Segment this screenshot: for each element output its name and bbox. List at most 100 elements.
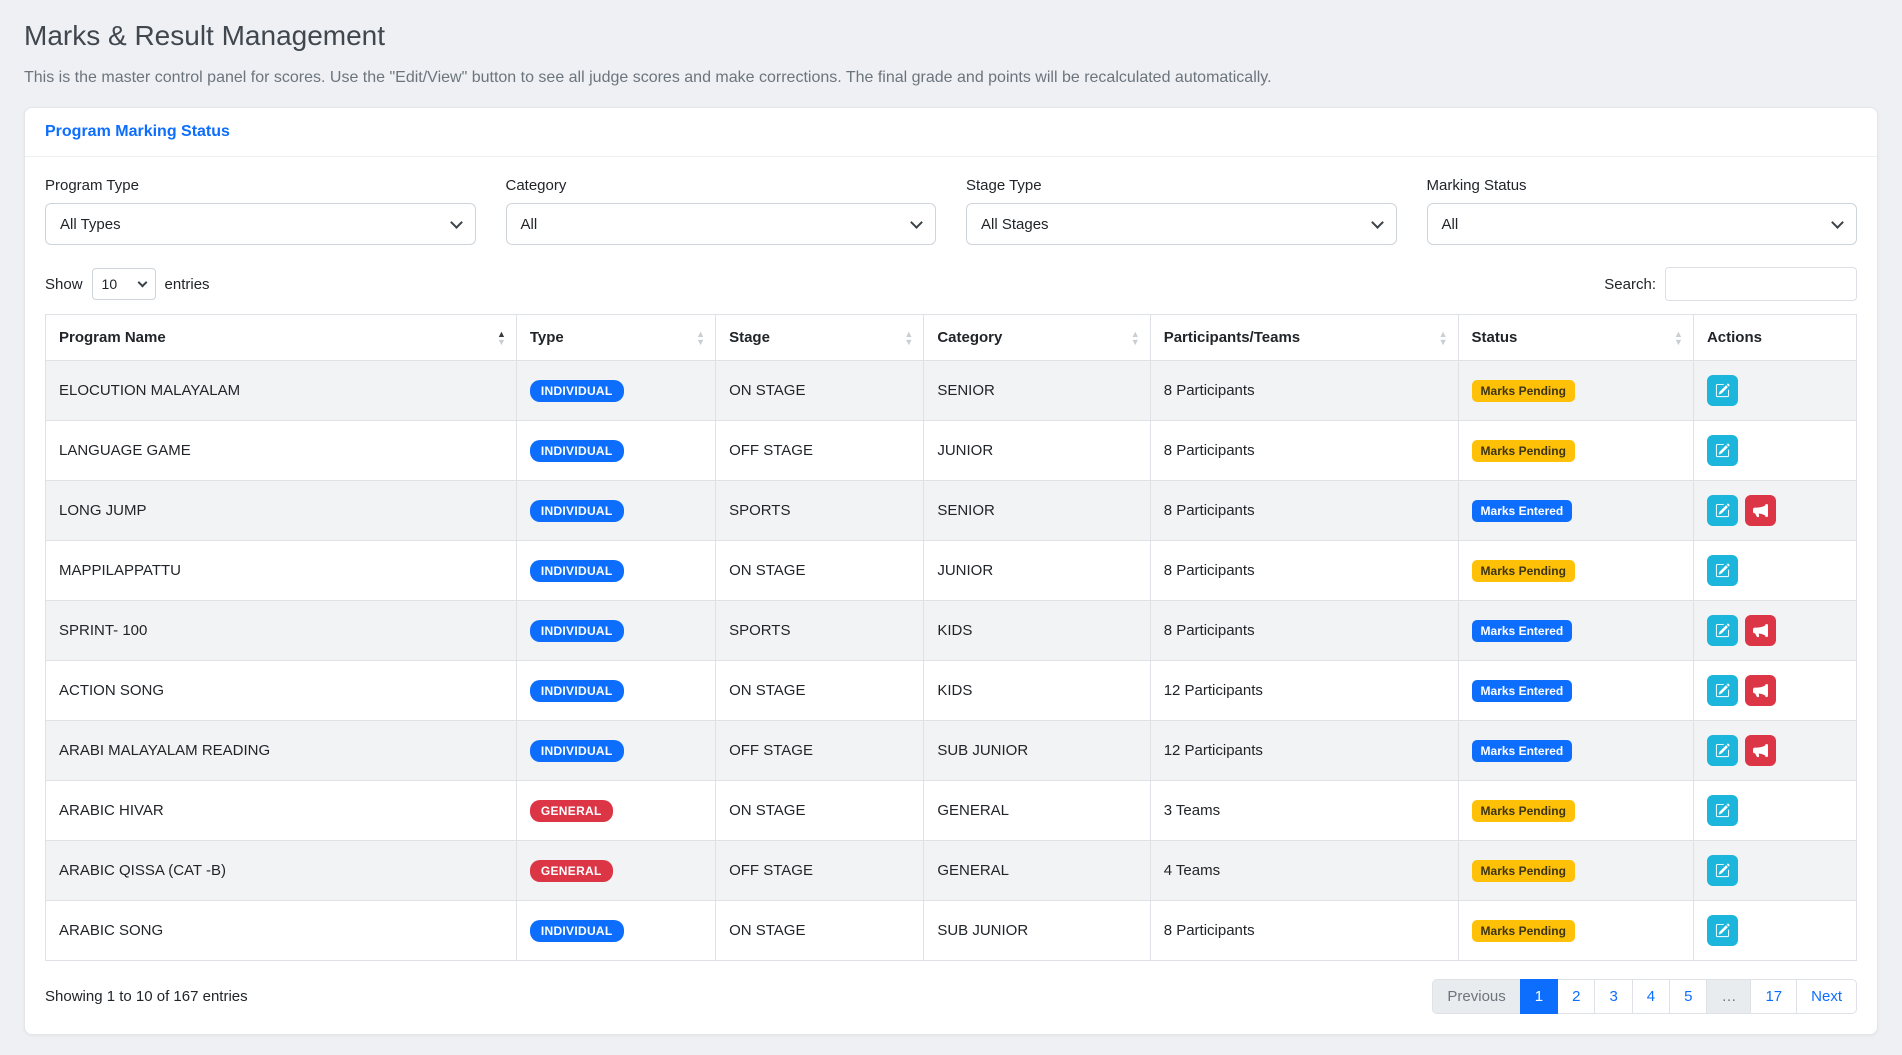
sort-icons: ▲▼ <box>904 330 913 346</box>
edit-view-button[interactable] <box>1707 555 1738 586</box>
card-header: Program Marking Status <box>25 108 1877 157</box>
edit-icon <box>1715 683 1730 698</box>
edit-icon <box>1715 743 1730 758</box>
edit-view-button[interactable] <box>1707 495 1738 526</box>
type-badge: INDIVIDUAL <box>530 620 624 642</box>
marking-status-select[interactable]: All <box>1427 203 1858 245</box>
announce-result-button[interactable] <box>1745 495 1776 526</box>
type-badge: INDIVIDUAL <box>530 560 624 582</box>
category-cell: GENERAL <box>924 841 1150 901</box>
pagination-page-3[interactable]: 3 <box>1594 979 1632 1014</box>
type-badge: INDIVIDUAL <box>530 440 624 462</box>
filter-category: Category All <box>506 177 937 245</box>
search-input[interactable] <box>1665 267 1857 301</box>
status-badge: Marks Entered <box>1472 620 1573 642</box>
search-label: Search: <box>1604 276 1656 293</box>
stage-cell: ON STAGE <box>716 361 924 421</box>
actions-cell <box>1693 541 1856 601</box>
participants-cell: 12 Participants <box>1150 661 1458 721</box>
pagination-next[interactable]: Next <box>1796 979 1857 1014</box>
column-header-category[interactable]: Category▲▼ <box>924 315 1150 361</box>
program-name-cell: MAPPILAPPATTU <box>46 541 517 601</box>
pagination-page-5[interactable]: 5 <box>1669 979 1707 1014</box>
edit-icon <box>1715 923 1730 938</box>
table-row: ELOCUTION MALAYALAM INDIVIDUAL ON STAGESEN… <box>46 361 1857 421</box>
edit-view-button[interactable] <box>1707 675 1738 706</box>
type-cell: INDIVIDUAL <box>516 901 715 961</box>
column-header-stage[interactable]: Stage▲▼ <box>716 315 924 361</box>
pagination-page-2[interactable]: 2 <box>1557 979 1595 1014</box>
status-cell: Marks Pending <box>1458 781 1693 841</box>
column-header-participants-teams[interactable]: Participants/Teams▲▼ <box>1150 315 1458 361</box>
card-title: Program Marking Status <box>45 123 230 140</box>
filter-marking-status: Marking StatusAll <box>1427 177 1858 245</box>
select-value: All Stages <box>981 216 1049 233</box>
table-controls: Show 10 entries Search: <box>45 267 1857 301</box>
sort-desc-icon: ▼ <box>904 338 913 346</box>
sort-icons: ▲▼ <box>696 330 705 346</box>
edit-view-button[interactable] <box>1707 855 1738 886</box>
table-row: ARABIC SONGINDIVIDUALON STAGESUB JUNIOR8… <box>46 901 1857 961</box>
program-name-cell: ELOCUTION MALAYALAM <box>46 361 517 421</box>
category-cell: SUB JUNIOR <box>924 901 1150 961</box>
program-name-cell: ARABIC SONG <box>46 901 517 961</box>
type-badge: INDIVIDUAL <box>530 380 624 402</box>
type-badge: INDIVIDUAL <box>530 920 624 942</box>
category-cell: GENERAL <box>924 781 1150 841</box>
pagination-page-4[interactable]: 4 <box>1632 979 1670 1014</box>
page-length-control: Show 10 entries <box>45 268 210 300</box>
column-label: Status <box>1472 329 1518 346</box>
table-row: SPRINT- 100INDIVIDUALSPORTSKIDS8 Partici… <box>46 601 1857 661</box>
actions-cell <box>1693 721 1856 781</box>
announce-result-button[interactable] <box>1745 675 1776 706</box>
table-header-row: Program Name▲▼Type▲▼Stage▲▼Category▲▼Par… <box>46 315 1857 361</box>
edit-view-button[interactable] <box>1707 615 1738 646</box>
sort-icons: ▲▼ <box>1131 330 1140 346</box>
announce-result-button[interactable] <box>1745 615 1776 646</box>
filter-stage-type: Stage Type All Stages <box>966 177 1397 245</box>
filter-label: Category <box>506 177 937 194</box>
edit-view-button[interactable] <box>1707 435 1738 466</box>
pagination-previous[interactable]: Previous <box>1432 979 1520 1014</box>
sort-desc-icon: ▼ <box>1131 338 1140 346</box>
search-control: Search: <box>1604 267 1857 301</box>
column-header-status[interactable]: Status▲▼ <box>1458 315 1693 361</box>
actions-cell <box>1693 781 1856 841</box>
participants-cell: 8 Participants <box>1150 361 1458 421</box>
edit-icon <box>1715 623 1730 638</box>
pagination-page-17[interactable]: 17 <box>1750 979 1797 1014</box>
entries-label: entries <box>165 276 210 293</box>
type-badge: INDIVIDUAL <box>530 500 624 522</box>
type-cell: GENERAL <box>516 781 715 841</box>
type-badge: GENERAL <box>530 800 613 822</box>
status-cell: Marks Pending <box>1458 541 1693 601</box>
actions-cell <box>1693 481 1856 541</box>
category-cell: SENIOR <box>924 361 1150 421</box>
table-row: ARABIC QISSA (CAT -B)GENERALOFF STAGEGEN… <box>46 841 1857 901</box>
page-length-select[interactable]: 10 <box>92 268 156 300</box>
pagination-page-1[interactable]: 1 <box>1520 979 1558 1014</box>
program-type-select[interactable]: All Types <box>45 203 476 245</box>
category-select[interactable]: All <box>506 203 937 245</box>
category-cell: JUNIOR <box>924 421 1150 481</box>
program-marking-status-card: Program Marking Status Program TypeAll T… <box>24 107 1878 1035</box>
sort-desc-icon: ▼ <box>1439 338 1448 346</box>
type-badge: GENERAL <box>530 860 613 882</box>
filter-label: Stage Type <box>966 177 1397 194</box>
announce-result-button[interactable] <box>1745 735 1776 766</box>
stage-cell: SPORTS <box>716 481 924 541</box>
program-name-cell: ARABI MALAYALAM READING <box>46 721 517 781</box>
program-name-cell: ARABIC QISSA (CAT -B) <box>46 841 517 901</box>
page-title: Marks & Result Management <box>24 20 1878 52</box>
stage-type-select[interactable]: All Stages <box>966 203 1397 245</box>
actions-cell <box>1693 901 1856 961</box>
type-badge: INDIVIDUAL <box>530 680 624 702</box>
edit-view-button[interactable] <box>1707 795 1738 826</box>
participants-cell: 4 Teams <box>1150 841 1458 901</box>
column-header-program-name[interactable]: Program Name▲▼ <box>46 315 517 361</box>
edit-view-button[interactable] <box>1707 735 1738 766</box>
column-header-type[interactable]: Type▲▼ <box>516 315 715 361</box>
edit-view-button[interactable] <box>1707 915 1738 946</box>
stage-cell: ON STAGE <box>716 541 924 601</box>
edit-view-button[interactable] <box>1707 375 1738 406</box>
